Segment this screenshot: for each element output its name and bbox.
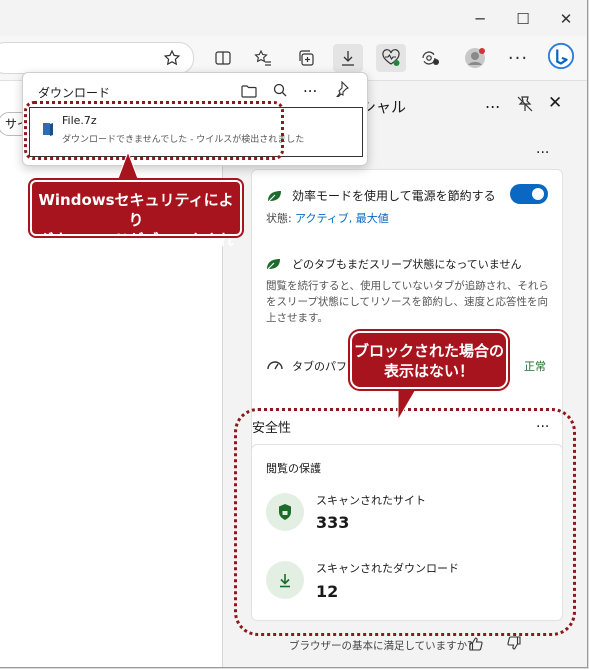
star-icon[interactable] (158, 44, 186, 72)
more-icon[interactable]: ··· (504, 44, 532, 72)
panel-more-icon[interactable]: ... (485, 93, 500, 112)
title-bar: ─ ☐ ✕ (0, 0, 587, 36)
callout-blocked-line1: Windowsセキュリティにより (38, 191, 234, 229)
leaf-icon (266, 256, 282, 275)
efficiency-label: 効率モードを使用して電源を節約する (292, 189, 496, 203)
sleep-title: どのタブもまだスリープ状態になっていません (292, 258, 522, 271)
browser-window: ─ ☐ ✕ ··· サイ シャル ... ✕ ... 効率モードを使用して電源を… (0, 0, 588, 668)
callout-blocked: Windowsセキュリティにより ダウンロードがブロックされた (28, 178, 244, 269)
performance-status: 正常 (524, 360, 546, 373)
callout-pointer-2 (397, 386, 419, 420)
thumbs-up-icon[interactable] (468, 636, 483, 655)
search-icon[interactable] (272, 82, 288, 102)
download-flyout-title: ダウンロード (38, 86, 111, 100)
efficiency-more-icon[interactable]: ... (536, 141, 549, 157)
pin-icon[interactable] (333, 80, 349, 101)
browser-essentials-icon[interactable] (376, 44, 406, 72)
download-icon[interactable] (333, 44, 363, 72)
collections-icon[interactable] (293, 44, 321, 72)
close-window-button[interactable]: ✕ (553, 6, 579, 32)
maximize-button[interactable]: ☐ (510, 6, 536, 32)
callout-blocked-line2: ダウンロードがブロックされた (38, 231, 234, 269)
state-label: 状態: (266, 212, 292, 225)
annotation-outline-download (24, 101, 284, 160)
thumbs-down-icon[interactable] (507, 636, 522, 655)
profile-icon[interactable] (461, 44, 489, 72)
efficiency-toggle[interactable] (510, 184, 548, 204)
callout-no-display: ブロックされた場合の 表示はない！ (348, 329, 510, 391)
gauge-icon (266, 356, 284, 376)
leaf-battery-icon (266, 188, 284, 207)
feedback-question: ブラウザーの基本に満足していますか? (289, 640, 473, 652)
copilot-icon[interactable] (547, 42, 575, 70)
state-value-link[interactable]: アクティブ, 最大値 (295, 210, 389, 226)
split-screen-icon[interactable] (209, 44, 237, 72)
callout-no-display-line2: 表示はない！ (383, 362, 474, 380)
minimize-button[interactable]: ─ (467, 6, 493, 32)
callout-no-display-line1: ブロックされた場合の (353, 342, 504, 360)
open-folder-icon[interactable] (241, 83, 257, 102)
close-panel-icon[interactable]: ✕ (548, 93, 562, 113)
sleep-description: 閲覧を続行すると、使用していないタブが追跡され、それらをスリープ状態にしてリソー… (266, 280, 549, 324)
unpin-icon[interactable] (516, 95, 534, 117)
download-more-icon[interactable]: ... (303, 78, 317, 96)
favorites-icon[interactable] (249, 44, 277, 72)
browser-essentials-check-icon[interactable] (416, 44, 444, 72)
annotation-outline-safety (234, 408, 576, 636)
